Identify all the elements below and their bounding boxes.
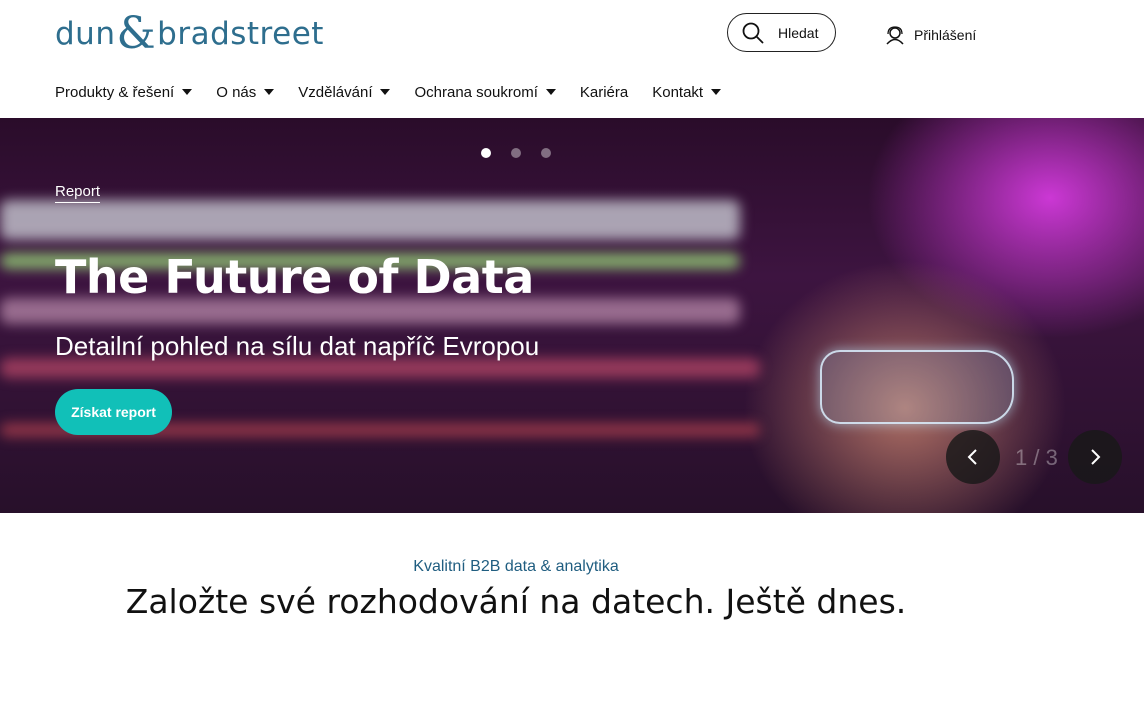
- user-icon: [886, 26, 904, 45]
- search-label: Hledat: [778, 24, 819, 41]
- login-label: Přihlášení: [914, 27, 977, 43]
- nav-label: O nás: [216, 83, 257, 101]
- hero-eyebrow-link[interactable]: Report: [55, 183, 101, 203]
- hero-title: The Future of Data: [55, 250, 534, 304]
- light-stripe: [0, 200, 740, 240]
- nav-item-o-nas[interactable]: O nás: [216, 83, 275, 101]
- chevron-left-icon: [967, 449, 977, 465]
- nav-item-vzdelavani[interactable]: Vzdělávání: [298, 83, 391, 101]
- carousel-dot-1[interactable]: [481, 148, 491, 158]
- nav-item-kariera[interactable]: Kariéra: [580, 84, 628, 101]
- carousel-dot-3[interactable]: [541, 148, 551, 158]
- chevron-right-icon: [1091, 449, 1101, 465]
- brand-logo[interactable]: dun & bradstreet: [55, 8, 324, 59]
- slide-counter: 1 / 3: [1015, 445, 1058, 470]
- carousel-dots: [481, 148, 571, 158]
- caret-down-icon: [380, 89, 391, 95]
- nav-label: Ochrana soukromí: [414, 83, 538, 101]
- carousel-dot-2[interactable]: [511, 148, 521, 158]
- ar-glasses-image: [820, 350, 1014, 424]
- logo-word-bradstreet: bradstreet: [157, 16, 324, 52]
- nav-item-kontakt[interactable]: Kontakt: [652, 83, 722, 101]
- carousel-prev-button[interactable]: [946, 430, 1000, 484]
- section-headline: Založte své rozhodování na datech. Ještě…: [125, 582, 907, 621]
- nav-label: Kariéra: [579, 83, 629, 101]
- caret-down-icon: [545, 89, 556, 95]
- caret-down-icon: [711, 89, 722, 95]
- nav-label: Vzdělávání: [298, 83, 373, 101]
- caret-down-icon: [264, 89, 275, 95]
- get-report-button[interactable]: Získat report: [55, 389, 172, 435]
- main-nav: Produkty & řešení O nás Vzdělávání Ochra…: [55, 80, 745, 104]
- logo-word-dun: dun: [55, 16, 116, 52]
- nav-item-produkty[interactable]: Produkty & řešení: [55, 83, 193, 101]
- nav-item-ochrana-soukromi[interactable]: Ochrana soukromí: [414, 83, 556, 101]
- nav-label: Kontakt: [652, 83, 704, 101]
- logo-ampersand: &: [116, 8, 157, 59]
- section-tagline: Kvalitní B2B data & analytika: [413, 558, 619, 575]
- search-icon: [742, 22, 764, 43]
- nav-label: Produkty & řešení: [55, 83, 175, 101]
- caret-down-icon: [182, 89, 193, 95]
- login-link[interactable]: Přihlášení: [884, 24, 976, 46]
- carousel-next-button[interactable]: [1068, 430, 1122, 484]
- site-header: dun & bradstreet Hledat Přihlášení Produ…: [0, 0, 1144, 118]
- search-button[interactable]: Hledat: [727, 13, 836, 52]
- hero-subtitle: Detailní pohled na sílu dat napříč Evrop…: [55, 331, 540, 361]
